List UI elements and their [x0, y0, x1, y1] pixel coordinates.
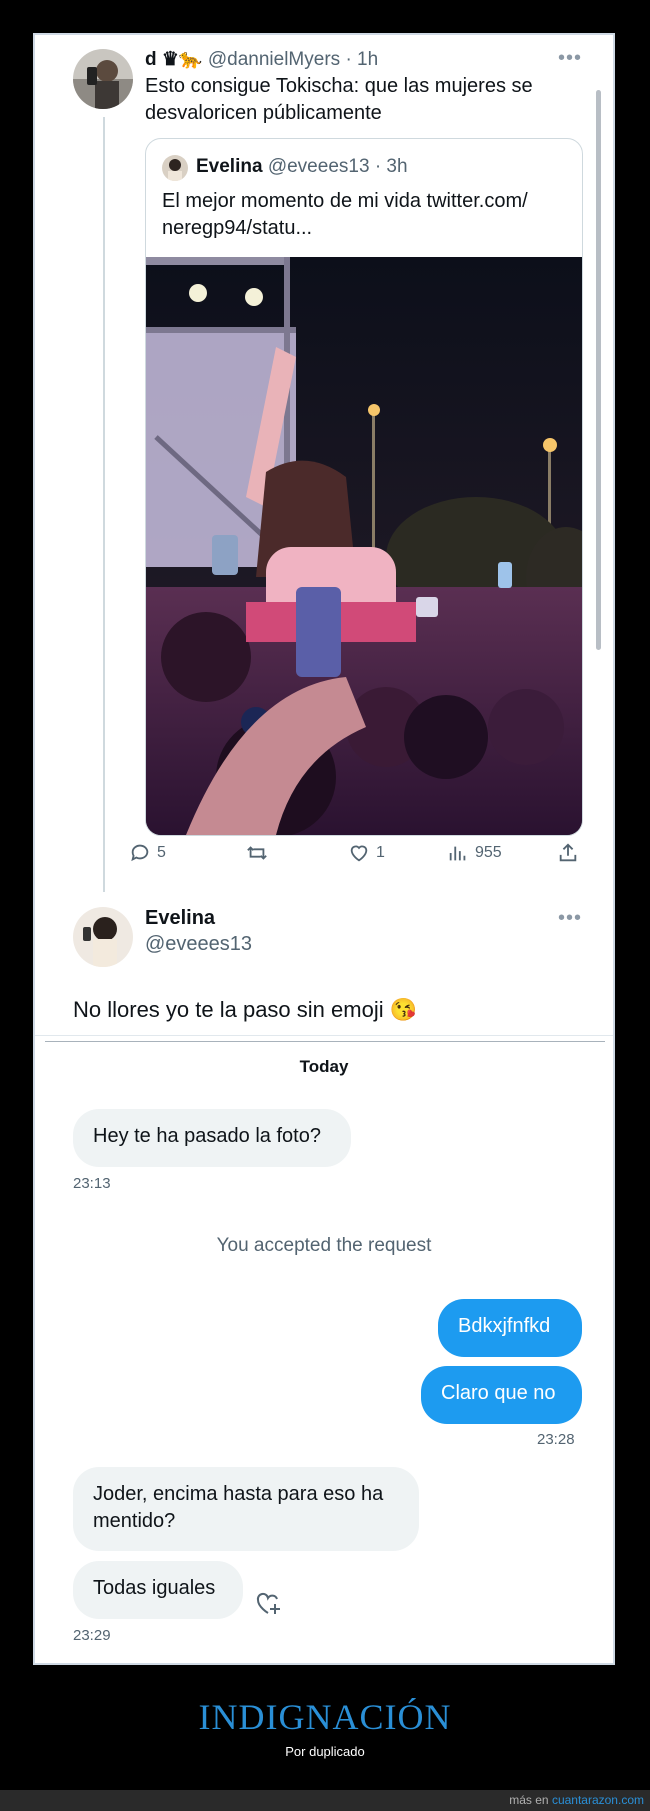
- footer-subtitle: Por duplicado: [285, 1744, 365, 1759]
- share-icon: [559, 843, 577, 862]
- author-name[interactable]: d ♛🐆: [145, 49, 203, 70]
- heart-icon: [350, 845, 368, 862]
- heart-add-reaction-icon[interactable]: [255, 1590, 285, 1621]
- views-count: 955: [475, 844, 502, 861]
- message-line: mentido?: [93, 1510, 176, 1532]
- quoted-tweet[interactable]: Evelina @eveees13 · 3h El mejor momento …: [145, 138, 583, 836]
- author-avatar[interactable]: [73, 49, 133, 109]
- message-received[interactable]: Hey te ha pasado la foto?: [73, 1109, 351, 1167]
- quote-handle: @eveees13: [267, 156, 370, 177]
- system-notice: You accepted the request: [216, 1235, 432, 1256]
- tweet-time[interactable]: · 1h: [345, 49, 378, 70]
- tweet-text: Esto consigue Tokischa: que las mujeres …: [145, 73, 533, 127]
- views-action[interactable]: 955: [447, 842, 502, 864]
- scrollbar[interactable]: [596, 90, 601, 650]
- site-link[interactable]: cuantarazon.com: [552, 1793, 644, 1807]
- message-time: 23:28: [537, 1431, 575, 1448]
- tweet-text-line: desvaloricen públicamente: [145, 102, 382, 124]
- message-time: 23:13: [73, 1175, 111, 1192]
- retweet-icon: [247, 846, 267, 860]
- bottom-bar: más en cuantarazon.com: [0, 1790, 650, 1811]
- quote-header: Evelina @eveees13 · 3h: [196, 156, 408, 178]
- message-received[interactable]: Todas iguales: [73, 1561, 243, 1619]
- message-time: 23:29: [73, 1627, 111, 1644]
- views-icon: [449, 846, 466, 861]
- reply-name[interactable]: Evelina: [145, 907, 215, 930]
- thread-line: [103, 117, 105, 892]
- reply-action[interactable]: 5: [129, 842, 166, 864]
- reply-avatar[interactable]: [73, 907, 133, 967]
- retweet-action[interactable]: [245, 842, 275, 864]
- message-received[interactable]: Joder, encima hasta para eso ha mentido?: [73, 1467, 419, 1551]
- author-handle[interactable]: @dannielMyers: [208, 49, 340, 70]
- message-sent[interactable]: Bdkxjfnfkd: [438, 1299, 582, 1357]
- reply-icon: [131, 844, 149, 862]
- quote-text-line: neregp94/statu...: [162, 217, 313, 239]
- quote-text-line: El mejor momento de mi vida twitter.com/: [162, 190, 528, 212]
- like-count: 1: [376, 844, 385, 861]
- divider: [45, 1041, 605, 1042]
- screenshot-card: d ♛🐆 @dannielMyers · 1h ••• Esto consigu…: [33, 33, 615, 1665]
- bottom-prefix: más en: [509, 1793, 549, 1807]
- tweet-header: d ♛🐆 @dannielMyers · 1h: [145, 47, 378, 71]
- quote-text: El mejor momento de mi vida twitter.com/…: [162, 188, 528, 242]
- reply-more-icon[interactable]: •••: [558, 907, 582, 930]
- message-line: Joder, encima hasta para eso ha: [93, 1483, 384, 1505]
- bottom-text: más en cuantarazon.com: [509, 1793, 644, 1807]
- like-action[interactable]: 1: [348, 842, 385, 864]
- reply-handle[interactable]: @eveees13: [145, 933, 252, 956]
- day-separator: Today: [299, 1057, 349, 1076]
- reply-text: No llores yo te la paso sin emoji 😘: [73, 997, 418, 1022]
- reply-count: 5: [157, 844, 166, 861]
- footer-title: INDIGNACIÓN: [198, 1697, 452, 1737]
- quote-time: · 3h: [374, 156, 408, 177]
- divider: [35, 1035, 613, 1036]
- message-sent[interactable]: Claro que no: [421, 1366, 582, 1424]
- quote-avatar: [162, 155, 188, 181]
- share-action[interactable]: [557, 842, 579, 864]
- tweet-text-line: Esto consigue Tokischa: que las mujeres …: [145, 75, 533, 97]
- concert-photo[interactable]: [146, 257, 582, 835]
- more-icon[interactable]: •••: [558, 47, 582, 70]
- quote-name: Evelina: [196, 156, 263, 177]
